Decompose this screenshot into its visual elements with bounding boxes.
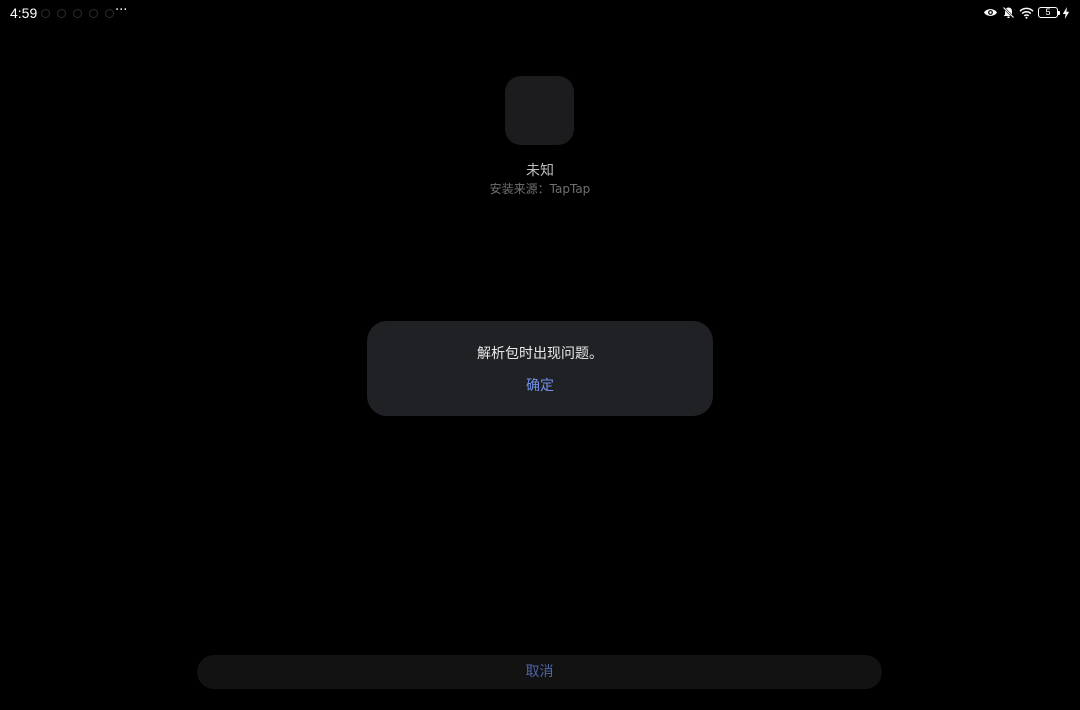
notification-icon [73, 9, 82, 18]
error-dialog: 解析包时出现问题。 确定 [367, 321, 713, 416]
app-icon [505, 76, 574, 145]
cancel-button[interactable]: 取消 [197, 655, 882, 689]
confirm-button[interactable]: 确定 [500, 375, 580, 397]
dialog-message: 解析包时出现问题。 [477, 346, 603, 362]
notification-icons [41, 9, 114, 18]
more-notifications-icon: ··· [115, 3, 128, 18]
notification-icon [89, 9, 98, 18]
notification-icon [57, 9, 66, 18]
install-source: 安装来源：TapTap [489, 182, 591, 196]
bell-off-icon [1002, 6, 1015, 19]
notification-icon [41, 9, 50, 18]
status-bar: 4:59 ··· 5 [0, 0, 1080, 28]
notification-icon [105, 9, 114, 18]
charging-icon [1062, 6, 1070, 19]
app-name: 未知 [526, 163, 554, 179]
battery-icon: 5 [1038, 7, 1060, 18]
status-icons: 5 [983, 6, 1070, 19]
eye-icon [983, 7, 998, 18]
wifi-icon [1019, 7, 1034, 19]
status-time: 4:59 [10, 5, 38, 21]
